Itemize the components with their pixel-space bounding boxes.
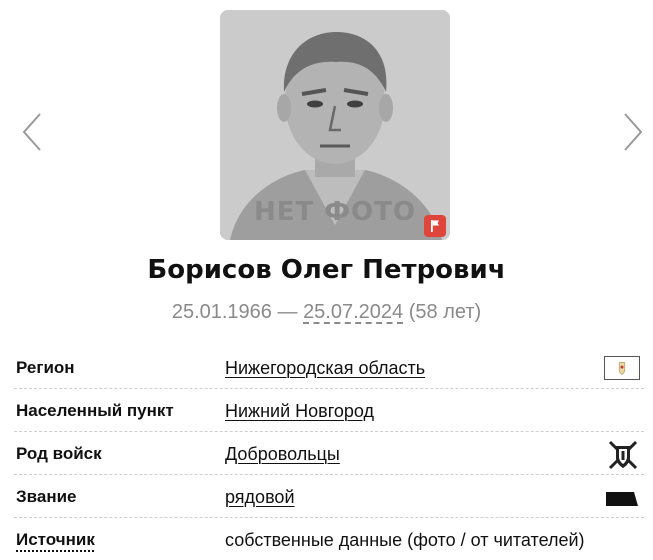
report-flag-button[interactable]	[424, 215, 446, 237]
branch-label: Род войск	[16, 444, 102, 463]
details-row-region: Регион Нижегородская область	[14, 350, 644, 389]
details-row-rank: Звание рядовой	[14, 479, 644, 518]
person-photo: НЕТ ФОТО	[220, 10, 450, 240]
rank-insignia-icon	[606, 492, 638, 506]
details-row-branch: Род войск Добровольцы	[14, 436, 644, 475]
person-name: Борисов Олег Петрович	[147, 255, 506, 285]
death-date-link[interactable]: 25.07.2024	[303, 301, 403, 323]
age: (58 лет)	[408, 301, 482, 323]
region-emblem-icon	[604, 356, 640, 380]
region-label: Регион	[16, 358, 75, 377]
source-value: собственные данные (фото / от читателей)	[225, 530, 585, 550]
next-arrow-button[interactable]	[617, 110, 647, 154]
life-dates: 25.01.1966 — 25.07.2024 (58 лет)	[0, 301, 653, 324]
volunteers-emblem-icon	[608, 440, 638, 470]
settlement-label: Населенный пункт	[16, 401, 174, 420]
chevron-right-icon	[624, 113, 643, 151]
region-link[interactable]: Нижегородская область	[225, 358, 425, 379]
previous-arrow-button[interactable]	[18, 110, 48, 154]
rank-link[interactable]: рядовой	[225, 487, 295, 508]
rank-label: Звание	[16, 487, 77, 506]
details-row-source: Источник собственные данные (фото / от ч…	[14, 522, 644, 560]
flag-icon	[431, 220, 439, 232]
birth-date: 25.01.1966	[171, 301, 272, 323]
source-label[interactable]: Источник	[16, 530, 95, 550]
branch-link[interactable]: Добровольцы	[225, 444, 340, 465]
no-photo-label: НЕТ ФОТО	[253, 197, 417, 227]
chevron-left-icon	[22, 113, 41, 151]
settlement-link[interactable]: Нижний Новгород	[225, 401, 374, 422]
date-separator: —	[277, 301, 298, 323]
details-row-settlement: Населенный пункт Нижний Новгород	[14, 393, 644, 432]
